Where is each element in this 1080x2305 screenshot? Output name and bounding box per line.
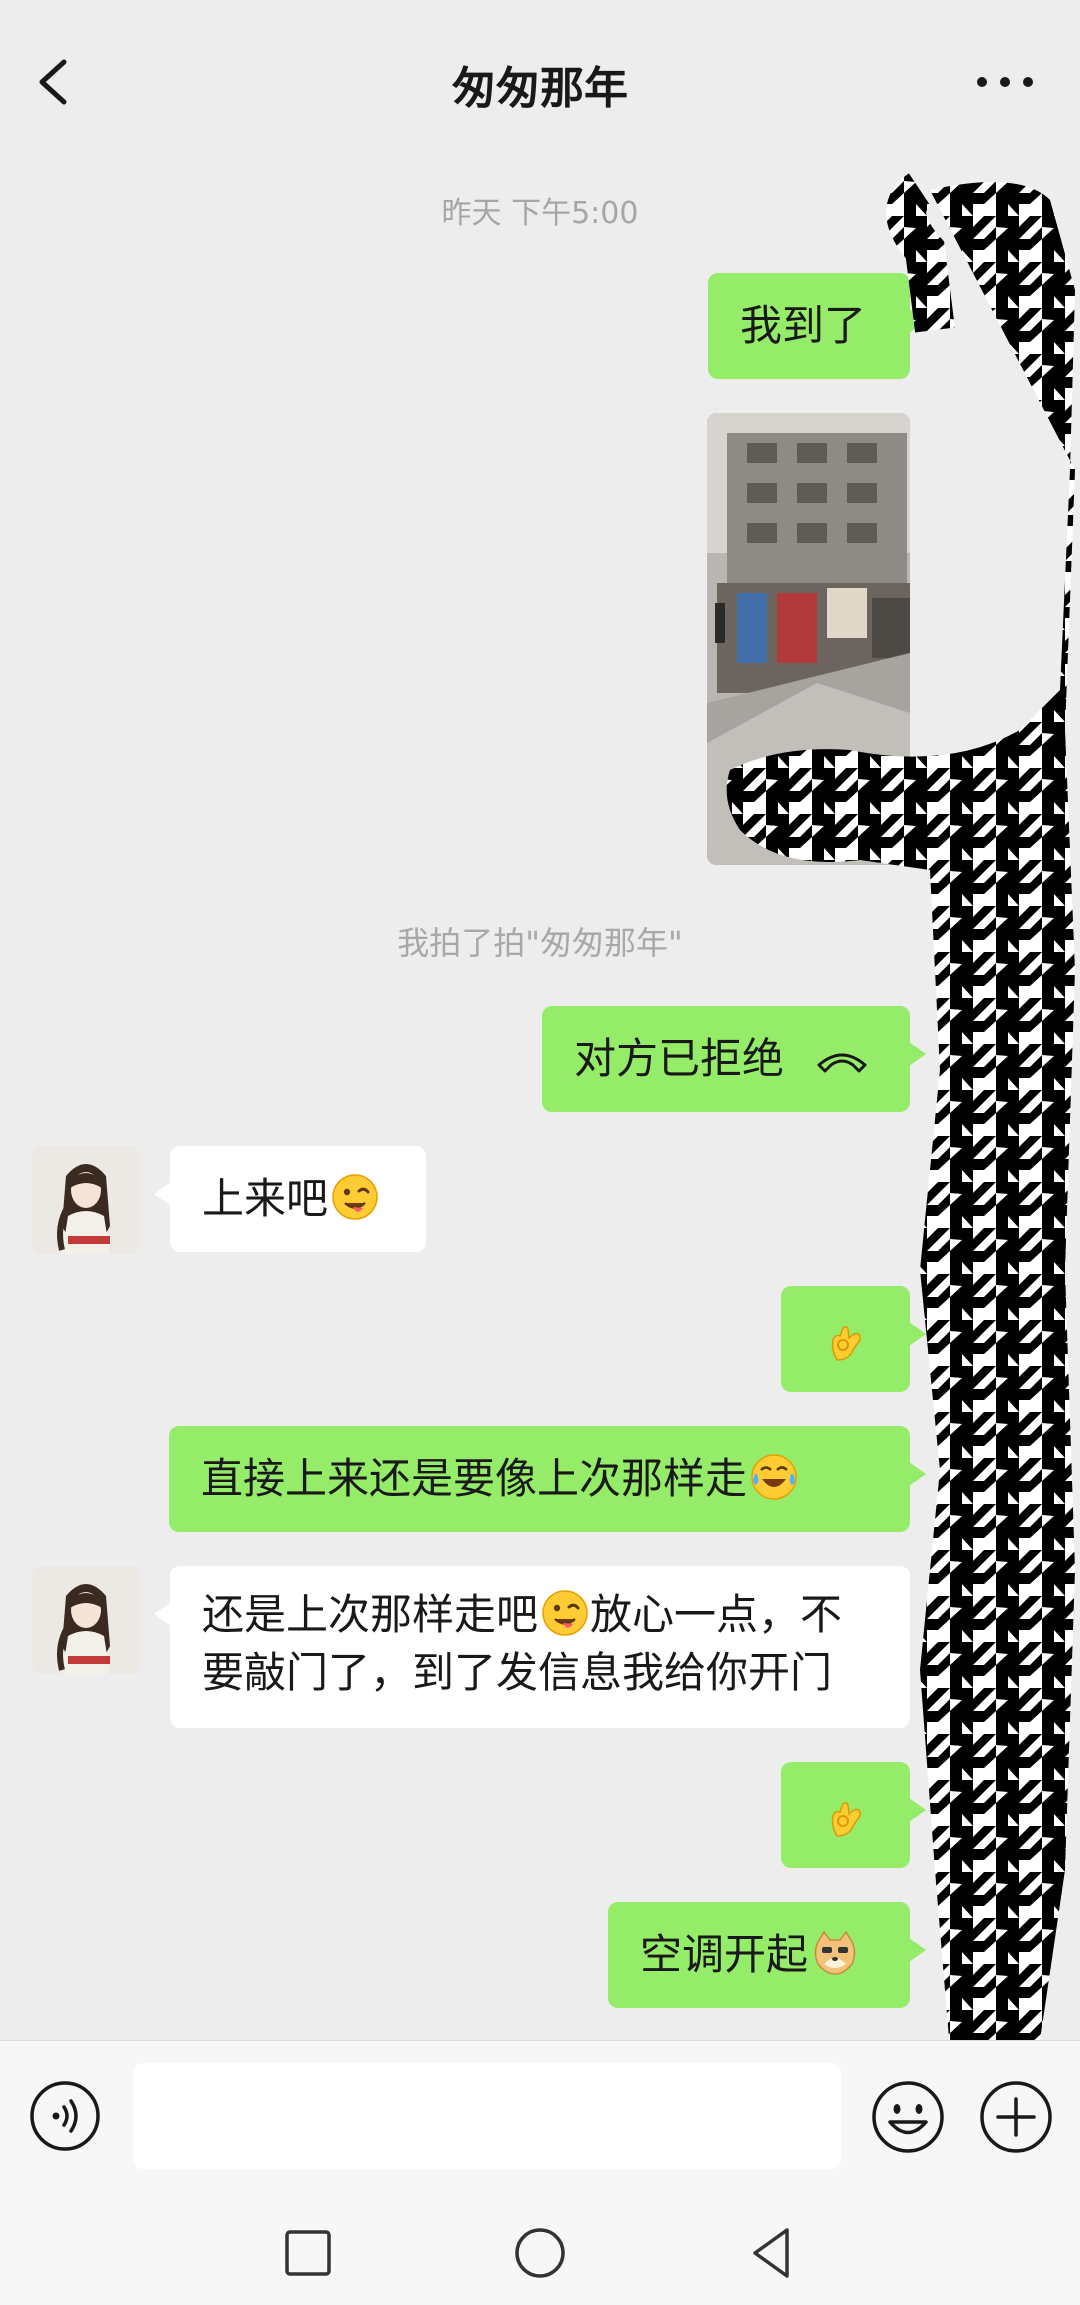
call-status-text: 对方已拒绝 (574, 1034, 785, 1083)
message-line-1: 还是上次那样走吧 放心一点，不 (202, 1588, 843, 1639)
message-bubble-incoming[interactable]: 上来吧 (154, 1146, 426, 1252)
avatar[interactable] (32, 1566, 140, 1674)
plus-circle-icon (980, 2081, 1052, 2153)
more-options-button[interactable] (970, 62, 1040, 102)
emoji-button[interactable] (870, 2079, 946, 2155)
wink-tongue-emoji (330, 1172, 380, 1222)
voice-icon (30, 2081, 100, 2151)
pat-system-note: 我拍了拍"匆匆那年" (397, 924, 683, 962)
doge-emoji (810, 1928, 860, 1978)
emoji-message-bubble[interactable] (781, 1286, 926, 1392)
message-bubble-outgoing[interactable]: 空调开起 (608, 1902, 926, 2008)
message-bubble-outgoing[interactable]: 我到了 (708, 273, 926, 379)
emoji-message-bubble[interactable] (781, 1762, 926, 1868)
more-dots-icon (977, 77, 1033, 87)
contact-avatar-image (32, 1566, 140, 1674)
message-bubble-incoming[interactable]: 还是上次那样走吧 放心一点，不 要敲门了，到了发信息我给你开门 (154, 1566, 910, 1728)
recents-button[interactable] (275, 2220, 341, 2286)
avatar[interactable] (32, 1146, 140, 1254)
message-input[interactable] (133, 2063, 841, 2169)
nav-back-button[interactable] (739, 2220, 805, 2286)
laugh-tears-emoji (749, 1452, 799, 1502)
ok-hand-emoji (819, 1792, 869, 1842)
image-message[interactable] (707, 413, 910, 865)
triangle-back-icon (753, 2228, 789, 2278)
voice-input-button[interactable] (28, 2079, 102, 2153)
time-separator: 昨天 下午5:00 (441, 196, 639, 231)
call-record-bubble[interactable]: 对方已拒绝 (542, 1006, 926, 1112)
ok-hand-emoji (819, 1316, 869, 1366)
smiley-icon (872, 2081, 944, 2153)
more-functions-button[interactable] (978, 2079, 1054, 2155)
square-icon (285, 2230, 331, 2276)
message-line-2: 要敲门了，到了发信息我给你开门 (202, 1648, 833, 1697)
message-text: 我到了 (740, 301, 867, 350)
message-text: 上来吧 (202, 1174, 329, 1223)
chat-screen: 匆匆那年 昨天 下午5:00 我到了 我拍了拍"匆匆那年" 对方已拒绝 上来吧 … (0, 0, 1080, 2305)
wink-tongue-emoji (540, 1588, 590, 1638)
message-bubble-outgoing[interactable]: 直接上来还是要像上次那样走 (169, 1426, 926, 1532)
message-text: 空调开起 (640, 1930, 809, 1979)
message-text: 直接上来还是要像上次那样走 (201, 1454, 748, 1503)
home-button[interactable] (507, 2220, 573, 2286)
contact-avatar-image (32, 1146, 140, 1254)
circle-icon (515, 2228, 565, 2278)
street-photo (707, 413, 910, 865)
hangup-phone-icon (817, 1053, 867, 1073)
chat-title: 匆匆那年 (452, 63, 628, 114)
chat-header: 匆匆那年 (0, 0, 1080, 160)
